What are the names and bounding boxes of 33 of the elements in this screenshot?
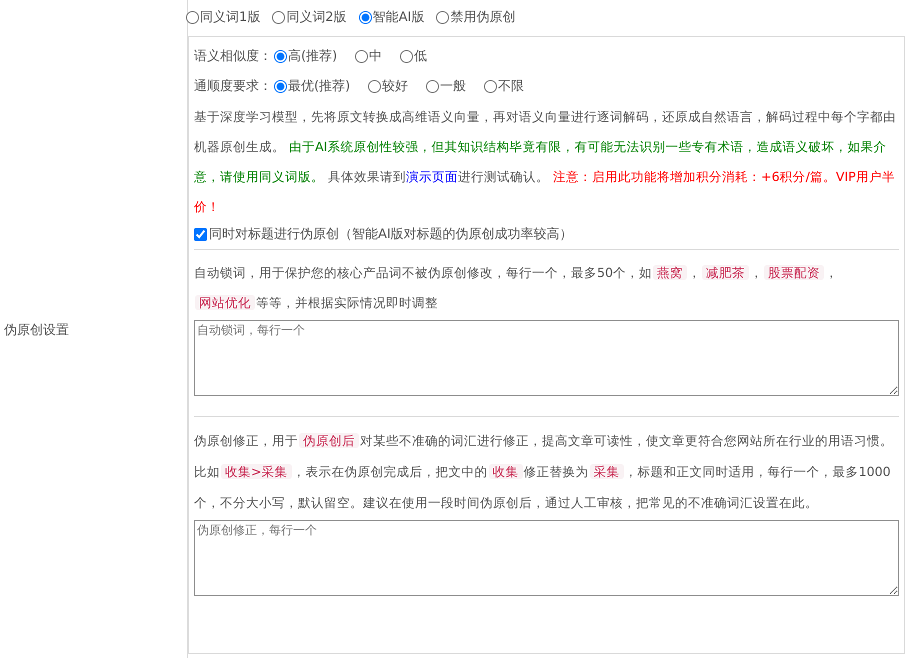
checkbox-label: 同时对标题进行伪原创（智能AI版对标题的伪原创成功率较高） [209,226,573,244]
option-label: 语义相似度： [194,48,272,66]
radio-button[interactable] [436,11,450,24]
radio-button[interactable] [368,80,382,94]
radio-button[interactable] [426,80,440,94]
section-label: 伪原创设置 [4,322,69,340]
description-text: 基于深度学习模型，先将原文转换成高维语义向量，再对语义向量进行逐词解码，还原成自然语言，解码过程中每个字都由机器原创生成。 由于AI系统原创性较强，但其知识结构毕竟有限，有可能无法识别一些专有术语，造成语义破坏，如果介意，请使用同义词版。 具体效果请到演示页面进行测试确认。 注意：启用此功能将增加积分消耗：+6积分/篇。VIP用户半价！ [194,108,897,216]
option-text: 较好 [382,78,408,96]
option-text: 不限 [498,78,524,96]
radio-button[interactable] [272,11,286,24]
corrections-help: 伪原创修正，用于 伪原创后 对某些不准确的词汇进行修正，提高文章可读性，使文章更符合您网站所在行业的用语习惯。比如 收集>采集 ，表示在伪原创完成后，把文中的 收集 修正替换为 采集 ，标题和正文同时适用，每行一个，最多1000个，不分大小写，默认留空。建议在使用一段时间伪原创后，通过人工审核，把常见的不准确词汇设置在此。 [194,432,894,512]
option-text: 一般 [440,78,466,96]
title-checkbox[interactable] [194,228,207,241]
radio-button[interactable] [186,11,199,24]
lock-words-field[interactable]: 自动锁词，每行一个 [194,320,899,396]
radio-button[interactable] [274,50,287,64]
lock-words-help: 自动锁词，用于保护您的核心产品词不被伪原创修改，每行一个，最多50个，如 燕窝 ， 减肥茶 ， 股票配资 ， 网站优化 等等，并根据实际情况即时调整 [194,264,840,312]
option-text: 低 [414,48,428,66]
radio-button[interactable] [355,50,368,64]
mode-label: 同义词2版 [286,9,347,28]
option-text: 中 [369,48,382,66]
radio-button[interactable] [484,80,498,94]
option-text: 最优(推荐) [288,78,350,96]
mode-label: 智能AI版 [372,9,424,28]
mode-label: 禁用伪原创 [450,9,516,28]
mode-label: 同义词1版 [200,9,260,28]
corrections-field[interactable]: 伪原创修正，每行一个 [194,520,899,596]
option-label: 通顺度要求： [194,78,272,96]
radio-button[interactable] [400,50,414,64]
option-text: 高(推荐) [288,48,338,66]
radio-button[interactable] [358,11,372,24]
demo-link[interactable]: 演示页面 [406,168,458,184]
radio-button[interactable] [274,80,287,94]
